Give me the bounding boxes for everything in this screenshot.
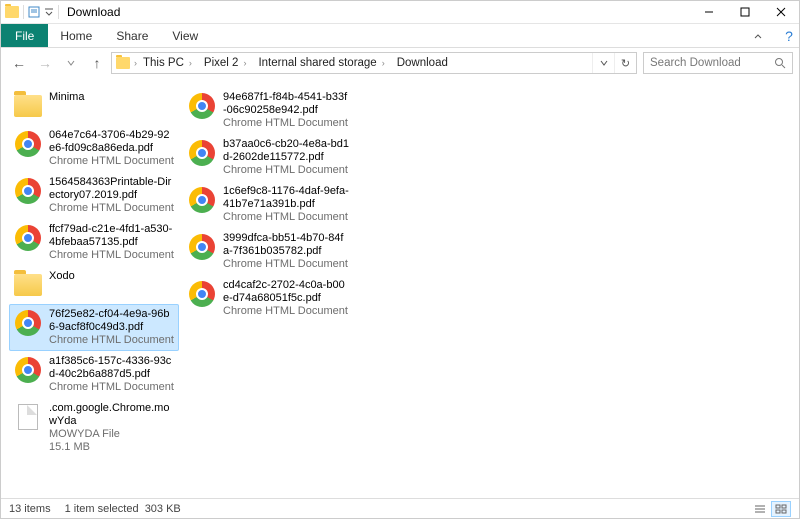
chrome-icon <box>15 310 41 336</box>
nav-up-button[interactable]: ↑ <box>85 51 109 75</box>
file-item[interactable]: Xodo <box>9 266 179 304</box>
file-name: b37aa0c6-cb20-4e8a-bd1d-2602de115772.pdf <box>223 138 349 164</box>
file-name: 76f25e82-cf04-4e9a-96b6-9acf8f0c49d3.pdf <box>49 308 175 334</box>
chrome-icon <box>189 93 215 119</box>
file-item[interactable]: .com.google.Chrome.mowYdaMOWYDA File15.1… <box>9 398 179 458</box>
file-name: ffcf79ad-c21e-4fd1-a530-4bfebaa57135.pdf <box>49 223 175 249</box>
crumb-internal-storage[interactable]: Internal shared storage› <box>252 53 390 73</box>
tab-view[interactable]: View <box>160 24 210 47</box>
file-item[interactable]: 1564584363Printable-Directory07.2019.pdf… <box>9 172 179 219</box>
minimize-button[interactable] <box>691 1 727 23</box>
file-name: 1564584363Printable-Directory07.2019.pdf <box>49 176 175 202</box>
file-tab[interactable]: File <box>1 24 48 47</box>
qat-dropdown-icon[interactable] <box>44 7 54 17</box>
file-type: MOWYDA File <box>49 428 175 441</box>
details-view-button[interactable] <box>750 501 770 517</box>
file-name: 064e7c64-3706-4b29-92e6-fd09c8a86eda.pdf <box>49 129 175 155</box>
file-type: Chrome HTML Document <box>49 334 175 347</box>
file-name: Xodo <box>49 270 175 283</box>
ribbon-collapse-button[interactable] <box>741 24 775 47</box>
address-icon <box>116 57 130 69</box>
file-item[interactable]: Minima <box>9 87 179 125</box>
file-item[interactable]: b37aa0c6-cb20-4e8a-bd1d-2602de115772.pdf… <box>183 134 353 181</box>
file-name: cd4caf2c-2702-4c0a-b00e-d74a68051f5c.pdf <box>223 279 349 305</box>
file-name: 94e687f1-f84b-4541-b33f-06c90258e942.pdf <box>223 91 349 117</box>
file-name: Minima <box>49 91 175 104</box>
search-placeholder: Search Download <box>650 57 741 69</box>
nav-recent-dropdown[interactable] <box>59 51 83 75</box>
file-item[interactable]: 94e687f1-f84b-4541-b33f-06c90258e942.pdf… <box>183 87 353 134</box>
tab-home[interactable]: Home <box>48 24 104 47</box>
file-item[interactable]: 1c6ef9c8-1176-4daf-9efa-41b7e71a391b.pdf… <box>183 181 353 228</box>
file-type: Chrome HTML Document <box>49 155 175 168</box>
chrome-icon <box>189 234 215 260</box>
close-button[interactable] <box>763 1 799 23</box>
qat-props-icon[interactable] <box>28 6 40 18</box>
chrome-icon <box>189 140 215 166</box>
window-icon <box>5 6 19 18</box>
file-item[interactable]: a1f385c6-157c-4336-93cd-40c2b6a887d5.pdf… <box>9 351 179 398</box>
file-name: 3999dfca-bb51-4b70-84fa-7f361b035782.pdf <box>223 232 349 258</box>
file-type: Chrome HTML Document <box>223 211 349 224</box>
chrome-icon <box>189 187 215 213</box>
tiles-view-button[interactable] <box>771 501 791 517</box>
file-type: Chrome HTML Document <box>223 305 349 318</box>
chrome-icon <box>15 225 41 251</box>
file-type: Chrome HTML Document <box>223 117 349 130</box>
chrome-icon <box>15 131 41 157</box>
folder-icon <box>14 274 42 296</box>
file-icon <box>18 404 38 430</box>
file-name: a1f385c6-157c-4336-93cd-40c2b6a887d5.pdf <box>49 355 175 381</box>
file-item[interactable]: cd4caf2c-2702-4c0a-b00e-d74a68051f5c.pdf… <box>183 275 353 322</box>
nav-bar: ← → ↑ › This PC› Pixel 2› Internal share… <box>1 48 799 78</box>
file-item[interactable]: 76f25e82-cf04-4e9a-96b6-9acf8f0c49d3.pdf… <box>9 304 179 351</box>
refresh-button[interactable]: ↻ <box>614 53 636 73</box>
status-bar: 13 items 1 item selected 303 KB <box>1 498 799 518</box>
window-title: Download <box>63 5 120 19</box>
file-type: Chrome HTML Document <box>49 202 175 215</box>
file-size: 15.1 MB <box>49 441 175 454</box>
file-type: Chrome HTML Document <box>49 381 175 394</box>
address-bar[interactable]: › This PC› Pixel 2› Internal shared stor… <box>111 52 637 74</box>
crumb-this-pc[interactable]: This PC› <box>137 53 198 73</box>
file-type: Chrome HTML Document <box>223 164 349 177</box>
nav-back-button[interactable]: ← <box>7 51 31 75</box>
address-history-dropdown[interactable] <box>592 53 614 73</box>
file-item[interactable]: ffcf79ad-c21e-4fd1-a530-4bfebaa57135.pdf… <box>9 219 179 266</box>
maximize-button[interactable] <box>727 1 763 23</box>
search-input[interactable]: Search Download <box>643 52 793 74</box>
chrome-icon <box>15 357 41 383</box>
file-type: Chrome HTML Document <box>223 258 349 271</box>
tab-share[interactable]: Share <box>104 24 160 47</box>
chrome-icon <box>189 281 215 307</box>
ribbon-tabs: File Home Share View ? <box>1 24 799 48</box>
file-type: Chrome HTML Document <box>49 249 175 262</box>
file-name: .com.google.Chrome.mowYda <box>49 402 175 428</box>
nav-forward-button[interactable]: → <box>33 51 57 75</box>
file-item[interactable]: 3999dfca-bb51-4b70-84fa-7f361b035782.pdf… <box>183 228 353 275</box>
file-name: 1c6ef9c8-1176-4daf-9efa-41b7e71a391b.pdf <box>223 185 349 211</box>
status-selection: 1 item selected 303 KB <box>65 503 195 515</box>
chrome-icon <box>15 178 41 204</box>
crumb-pixel-2[interactable]: Pixel 2› <box>198 53 253 73</box>
search-icon <box>774 57 786 69</box>
file-pane[interactable]: Minima 064e7c64-3706-4b29-92e6-fd09c8a86e… <box>1 79 799 498</box>
help-button[interactable]: ? <box>779 24 799 47</box>
crumb-download[interactable]: Download <box>391 53 454 73</box>
file-item[interactable]: 064e7c64-3706-4b29-92e6-fd09c8a86eda.pdf… <box>9 125 179 172</box>
title-bar: Download <box>1 1 799 24</box>
status-item-count: 13 items <box>9 503 65 515</box>
folder-icon <box>14 95 42 117</box>
